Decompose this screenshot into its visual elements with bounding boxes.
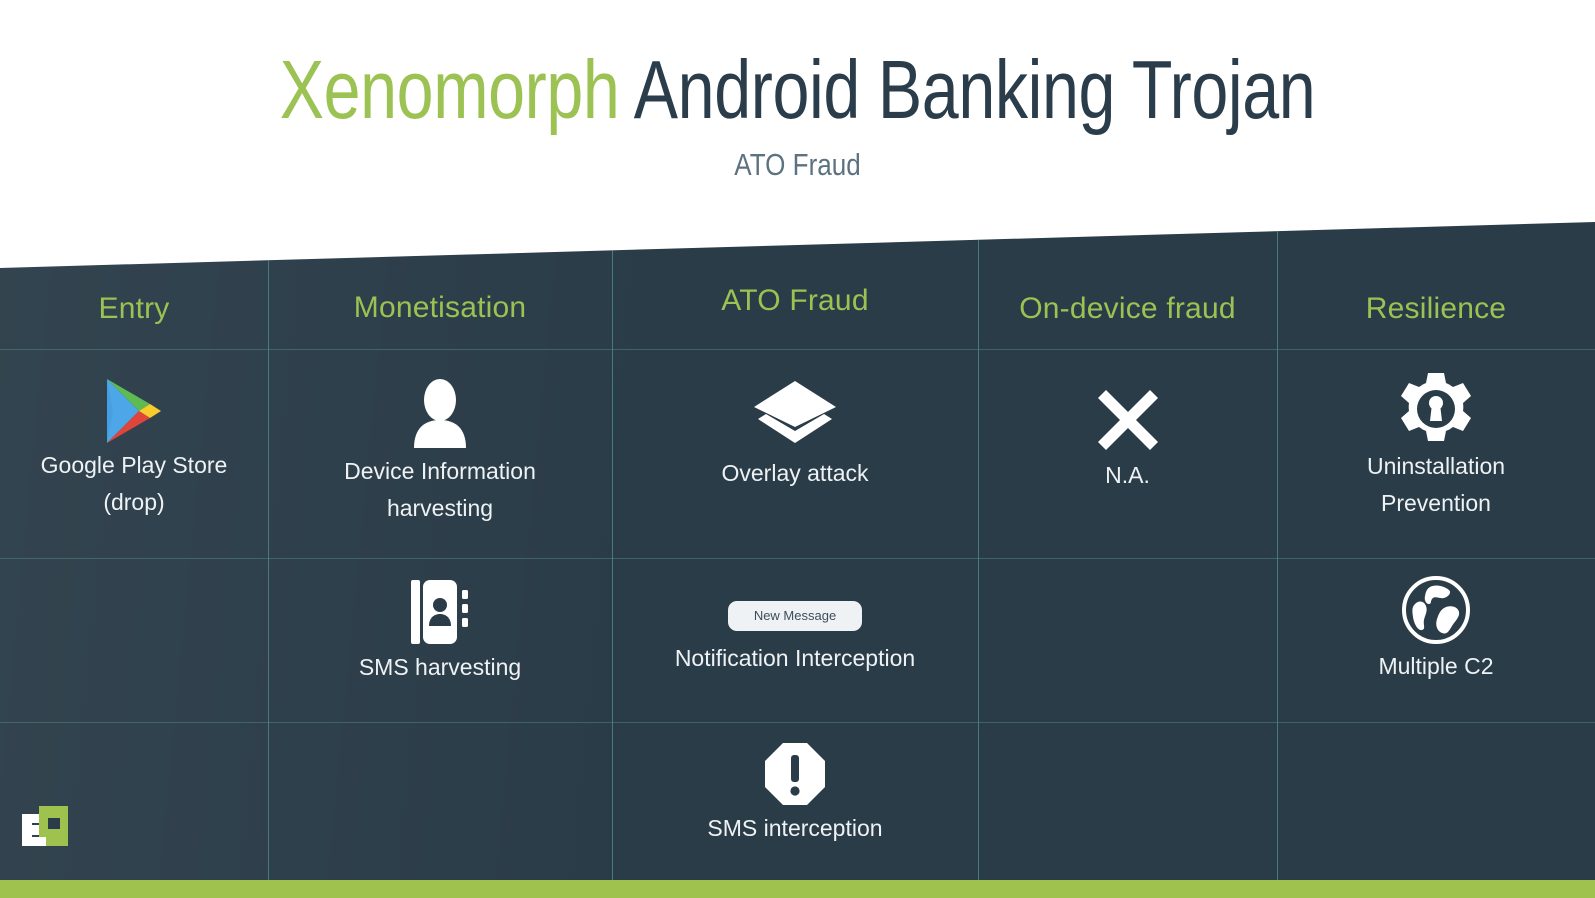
person-silhouette-icon [407, 375, 473, 453]
page-subtitle: ATO Fraud [734, 147, 861, 182]
infographic-root: Xenomorph Android Banking Trojan ATO Fra… [0, 0, 1595, 898]
footer-accent-bar [0, 880, 1595, 898]
globe-icon [1400, 572, 1472, 648]
cell-label: Overlay attack [721, 460, 869, 486]
cell-ato-sms-interception: SMS interception [612, 738, 978, 847]
page-title-rest: Android Banking Trojan [619, 43, 1316, 136]
cell-label: Notification Interception [674, 645, 916, 671]
column-header-ato-fraud: ATO Fraud [612, 284, 978, 318]
column-header-label: Monetisation [353, 291, 527, 324]
cell-entry-google-play: Google Play Store (drop) [0, 375, 268, 522]
notification-pill: New Message [727, 592, 863, 640]
cell-ondevice-na: N.A. [978, 383, 1277, 494]
contacts-book-icon [406, 575, 474, 649]
column-header-label: Entry [98, 292, 170, 325]
octagon-exclamation-icon [763, 738, 827, 810]
cell-label: Google Play Store (drop) [40, 452, 228, 516]
cell-resilience-multiple-c2: Multiple C2 [1277, 572, 1595, 685]
column-divider-3 [978, 226, 979, 898]
column-header-label: Resilience [1365, 292, 1507, 325]
cell-label: N.A. [1105, 462, 1150, 488]
cell-ato-overlay-attack: Overlay attack [612, 375, 978, 492]
column-header-on-device-fraud: On-device fraud [978, 292, 1277, 326]
page-title-highlight: Xenomorph [279, 43, 620, 136]
column-header-label: On-device fraud [1019, 292, 1236, 325]
cell-monetisation-device-info: Device Information harvesting [268, 375, 612, 528]
row-divider-1 [0, 558, 1595, 559]
company-logo [22, 806, 68, 846]
gear-keyhole-icon [1397, 370, 1475, 448]
row-divider-2 [0, 722, 1595, 723]
column-divider-1 [268, 246, 269, 898]
page-title: Xenomorph Android Banking Trojan [160, 48, 1436, 131]
cell-label: Device Information harvesting [344, 458, 536, 522]
row-divider-header [0, 349, 1595, 350]
column-header-label: ATO Fraud [721, 284, 869, 317]
column-header-monetisation: Monetisation [268, 291, 612, 325]
x-cross-icon [1095, 383, 1161, 457]
layers-icon [752, 375, 838, 455]
title-block: Xenomorph Android Banking Trojan ATO Fra… [0, 0, 1595, 215]
cell-monetisation-sms-harvesting: SMS harvesting [268, 575, 612, 686]
google-play-icon [103, 375, 165, 447]
column-header-resilience: Resilience [1277, 292, 1595, 326]
notification-pill-label: New Message [727, 600, 863, 632]
cell-label: Uninstallation Prevention [1366, 453, 1506, 517]
cell-label: SMS harvesting [358, 654, 522, 680]
cell-label: SMS interception [707, 815, 883, 841]
column-header-entry: Entry [0, 292, 268, 326]
cell-ato-notification-interception: New Message Notification Interception [612, 592, 978, 677]
cell-resilience-uninstall-prevention: Uninstallation Prevention [1277, 370, 1595, 523]
cell-label: Multiple C2 [1378, 653, 1494, 679]
